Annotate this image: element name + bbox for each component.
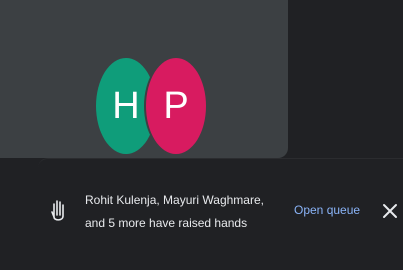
toast-message: Rohit Kulenja, Mayuri Waghmare, and 5 mo… [85, 189, 295, 235]
open-queue-button[interactable]: Open queue [294, 203, 360, 217]
close-icon[interactable] [380, 201, 400, 221]
avatar-p: P [146, 58, 206, 154]
toast-message-line-2: and 5 more have raised hands [85, 216, 248, 230]
raised-hand-icon [51, 200, 64, 221]
toast-message-line-1: Rohit Kulenja, Mayuri Waghmare, [85, 193, 264, 207]
raised-hands-toast: Rohit Kulenja, Mayuri Waghmare, and 5 mo… [38, 158, 403, 263]
avatar-group: H P [96, 58, 206, 154]
participant-tile: H P [0, 0, 288, 158]
